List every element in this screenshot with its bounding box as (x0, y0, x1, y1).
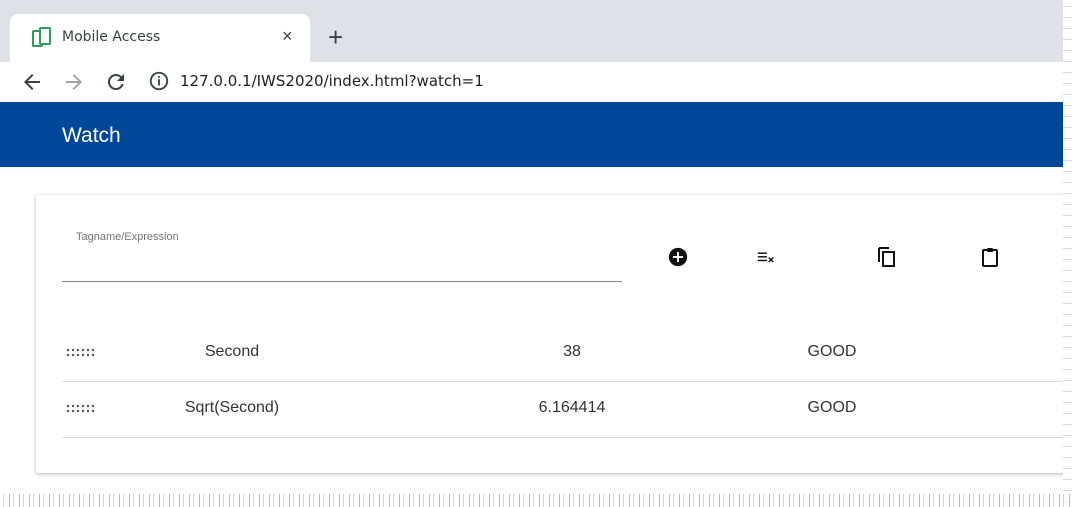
watch-row[interactable]: Second 38 GOOD (62, 325, 1072, 382)
forward-icon[interactable] (62, 70, 86, 94)
page-title: Watch (62, 124, 121, 147)
reload-icon[interactable] (104, 70, 128, 94)
tab-title: Mobile Access (62, 29, 161, 45)
watch-card: Tagname/Expression Second 38 GOOD Sqrt(S… (36, 195, 1072, 473)
browser-tab-bar: Mobile Access × + (0, 0, 1072, 62)
tab-close-icon[interactable]: × (282, 27, 293, 45)
tag-quality: GOOD (807, 343, 857, 360)
tag-name: Sqrt(Second) (184, 399, 280, 416)
tag-value: 6.164414 (538, 399, 606, 416)
copy-button[interactable] (872, 243, 900, 271)
screenshot-torn-edge-bottom (0, 494, 1072, 507)
copy-icon (878, 247, 895, 267)
clear-all-icon (757, 252, 774, 263)
paste-button[interactable] (976, 243, 1004, 271)
watch-row[interactable]: Sqrt(Second) 6.164414 GOOD (62, 381, 1072, 438)
info-icon[interactable] (148, 70, 170, 92)
paste-icon (982, 248, 998, 267)
tag-quality: GOOD (807, 399, 857, 416)
browser-tab[interactable]: Mobile Access × (10, 14, 310, 62)
browser-toolbar: 127.0.0.1/IWS2020/index.html?watch=1 (0, 62, 1072, 102)
tagname-expression-input[interactable] (62, 251, 622, 282)
drag-handle-icon[interactable] (66, 348, 96, 358)
tag-value: 38 (563, 343, 581, 360)
tag-name: Second (204, 343, 260, 360)
tagname-field-label: Tagname/Expression (76, 231, 179, 243)
back-icon[interactable] (20, 70, 44, 94)
clear-all-button[interactable] (752, 243, 780, 271)
new-tab-icon[interactable]: + (328, 24, 343, 50)
mobile-access-favicon-icon (32, 27, 51, 47)
add-icon (668, 247, 688, 267)
add-watch-button[interactable] (664, 243, 692, 271)
screenshot-torn-edge-right (1063, 0, 1072, 507)
app-header: Watch (0, 102, 1072, 167)
address-bar[interactable]: 127.0.0.1/IWS2020/index.html?watch=1 (180, 72, 484, 90)
drag-handle-icon[interactable] (66, 404, 96, 414)
